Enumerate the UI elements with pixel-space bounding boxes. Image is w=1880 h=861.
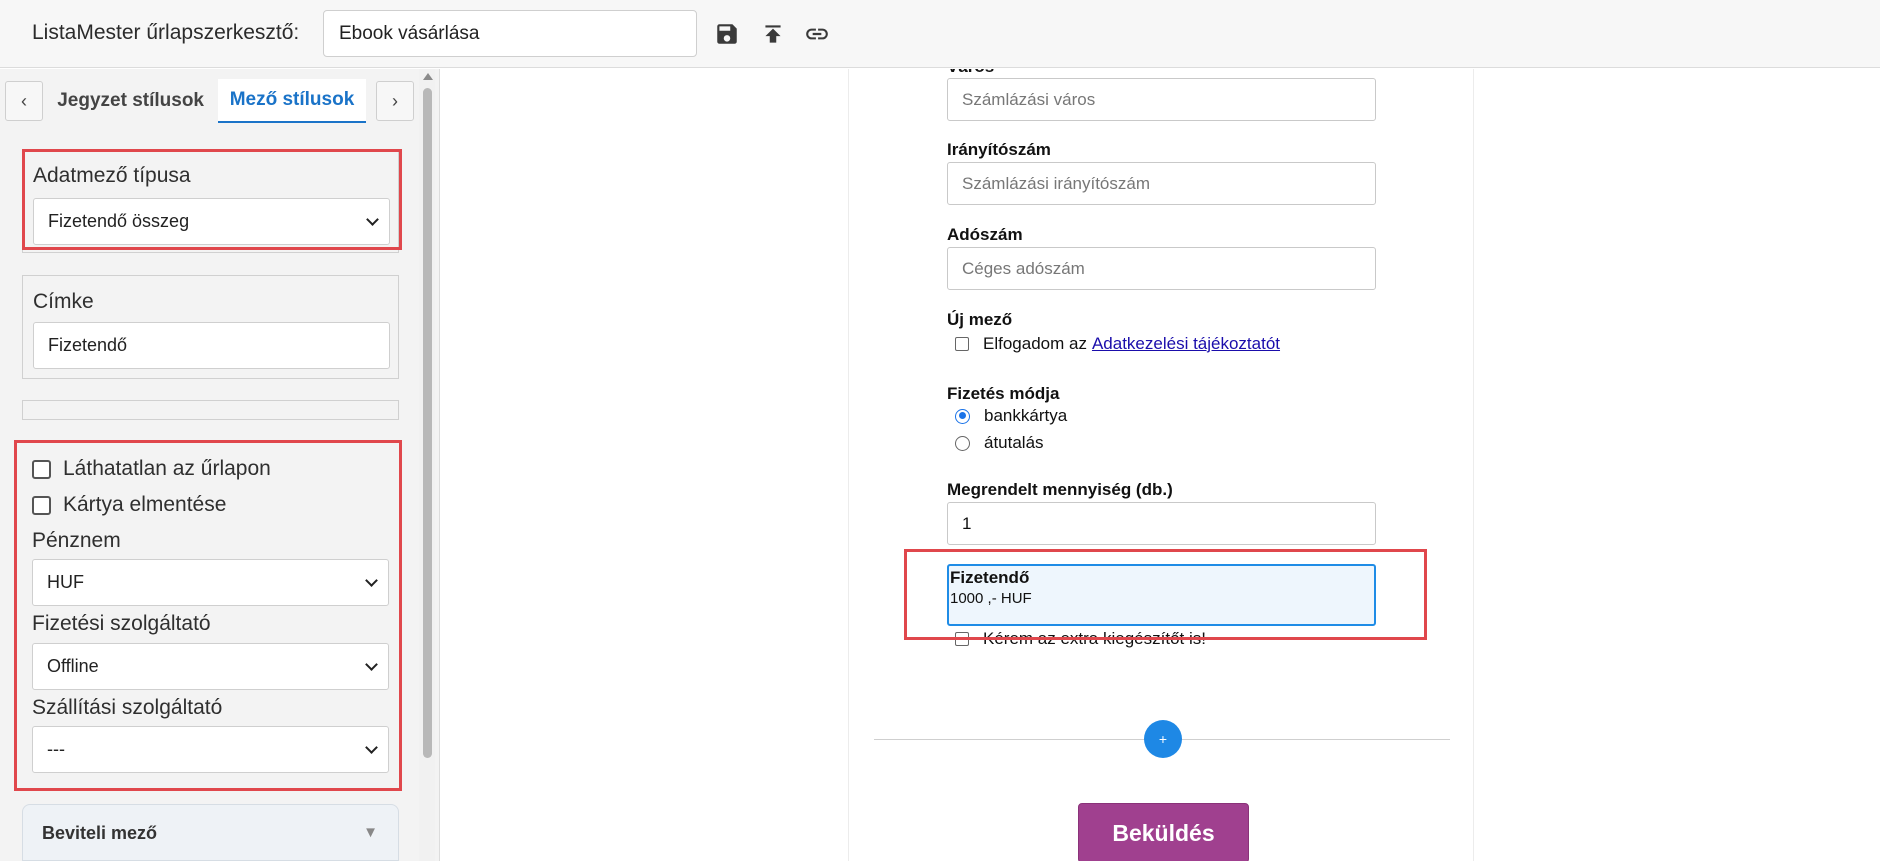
- save-icon[interactable]: [713, 20, 741, 48]
- highlight-field-type: [22, 149, 402, 250]
- highlight-payable-field: [904, 549, 1427, 640]
- payment-method-label: Fizetés módja: [947, 384, 1060, 403]
- payment-option-transfer-label: átutalás: [984, 433, 1044, 452]
- link-icon[interactable]: [803, 20, 831, 48]
- payment-option-transfer[interactable]: átutalás: [955, 433, 1044, 453]
- scrollbar-thumb[interactable]: [423, 88, 432, 758]
- upload-icon[interactable]: [759, 20, 787, 48]
- tab-field-styles[interactable]: Mező stílusok: [218, 79, 366, 123]
- input-field-accordion[interactable]: Beviteli mező ▼: [22, 804, 399, 861]
- city-input[interactable]: Számlázási város: [947, 78, 1376, 121]
- payment-option-card-label: bankkártya: [984, 406, 1068, 425]
- accordion-title: Beviteli mező: [42, 823, 158, 843]
- caption-panel: Címke: [22, 275, 399, 379]
- tab-note-styles-label: Jegyzet stílusok: [57, 90, 204, 111]
- radio-selected[interactable]: [955, 408, 970, 424]
- tabs-next-button[interactable]: ›: [376, 81, 414, 121]
- caption-label: Címke: [33, 290, 94, 313]
- tax-input[interactable]: Céges adószám: [947, 247, 1376, 290]
- tabs-prev-button[interactable]: ‹: [5, 81, 43, 121]
- consent-text: Elfogadom az: [983, 334, 1087, 353]
- privacy-policy-link[interactable]: Adatkezelési tájékoztatót: [1092, 334, 1280, 354]
- form-preview: Város Számlázási város Irányítószám Szám…: [848, 69, 1474, 861]
- tab-note-styles[interactable]: Jegyzet stílusok: [48, 79, 210, 123]
- consent-checkbox-row[interactable]: Elfogadom az Adatkezelési tájékoztatót: [955, 334, 1280, 354]
- quantity-input[interactable]: 1: [947, 502, 1376, 545]
- submit-button[interactable]: Beküldés: [1078, 803, 1249, 861]
- radio-unselected[interactable]: [955, 435, 970, 451]
- zip-label: Irányítószám: [947, 140, 1051, 159]
- tab-field-styles-label: Mező stílusok: [229, 89, 355, 110]
- tax-label: Adószám: [947, 225, 1023, 244]
- add-field-button[interactable]: +: [1144, 720, 1182, 758]
- zip-input[interactable]: Számlázási irányítószám: [947, 162, 1376, 205]
- app-title: ListaMester űrlapszerkesztő:: [32, 21, 300, 44]
- top-toolbar: ListaMester űrlapszerkesztő:: [0, 0, 1880, 68]
- form-name-input[interactable]: [323, 10, 697, 57]
- highlight-payment-options: [14, 440, 402, 791]
- new-field-label: Új mező: [947, 310, 1013, 329]
- consent-checkbox[interactable]: [955, 337, 969, 351]
- quantity-label: Megrendelt mennyiség (db.): [947, 480, 1173, 499]
- empty-panel: [22, 400, 399, 420]
- sidebar-scrollbar[interactable]: [419, 69, 435, 861]
- properties-sidebar: ‹ Jegyzet stílusok Mező stílusok › Adatm…: [0, 69, 440, 861]
- payment-option-card[interactable]: bankkártya: [955, 406, 1067, 426]
- caption-input[interactable]: [33, 322, 390, 369]
- city-label: Város: [947, 69, 994, 77]
- triangle-down-icon: ▼: [363, 824, 378, 841]
- scroll-up-arrow-icon[interactable]: [423, 73, 433, 80]
